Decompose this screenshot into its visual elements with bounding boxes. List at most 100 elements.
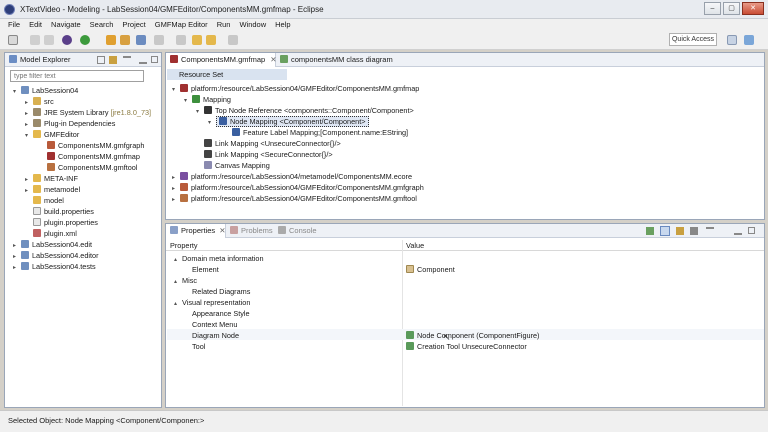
show-categories-icon[interactable] bbox=[646, 227, 654, 235]
forward-icon[interactable] bbox=[228, 35, 238, 45]
tree-item[interactable]: ▸ platform:/resource/LabSession04/metamod… bbox=[172, 171, 412, 182]
tree-item[interactable]: ▾ Mapping bbox=[184, 94, 231, 105]
property-value[interactable]: Node Component (ComponentFigure) bbox=[406, 330, 540, 341]
tree-item[interactable]: Link Mapping <UnsecureConnector{}/> bbox=[196, 138, 341, 149]
table-row[interactable]: ▴ Misc bbox=[174, 275, 197, 286]
tree-item[interactable]: ▸ src bbox=[25, 96, 54, 107]
filter-icon[interactable] bbox=[676, 227, 684, 235]
menu-edit[interactable]: Edit bbox=[29, 19, 42, 31]
tree-item[interactable]: build.properties bbox=[25, 206, 94, 217]
previous-edit-icon[interactable] bbox=[192, 35, 202, 45]
tree-item[interactable]: ▸ JRE System Library [jre1.8.0_73] bbox=[25, 107, 151, 118]
tab-problems[interactable]: Problems bbox=[230, 224, 273, 238]
library-icon bbox=[33, 119, 41, 127]
run-icon[interactable] bbox=[80, 35, 90, 45]
menu-navigate[interactable]: Navigate bbox=[51, 19, 81, 31]
link-editor-icon[interactable] bbox=[109, 56, 117, 64]
tree-item[interactable]: ▸ metamodel bbox=[25, 184, 80, 195]
tree-item[interactable]: ▸ LabSession04.tests bbox=[13, 261, 96, 272]
tree-item[interactable]: ▸ LabSession04.edit bbox=[13, 239, 92, 250]
view-menu-icon[interactable] bbox=[706, 227, 714, 235]
menu-help[interactable]: Help bbox=[275, 19, 290, 31]
tree-item[interactable]: ▸ platform:/resource/LabSession04/GMFEdit… bbox=[172, 182, 424, 193]
quick-access-field[interactable]: Quick Access bbox=[669, 33, 717, 46]
table-row[interactable]: Diagram Node bbox=[192, 330, 239, 341]
minimize-view-icon[interactable] bbox=[734, 227, 742, 235]
table-row[interactable]: Element bbox=[192, 264, 219, 275]
tab-componentsmm-gmfmap[interactable]: ComponentsMM.gmfmap ✕ bbox=[166, 53, 277, 67]
restore-default-icon[interactable] bbox=[690, 227, 698, 235]
canvas-mapping-icon bbox=[204, 161, 212, 169]
tree-item[interactable]: ▾ LabSession04 bbox=[13, 85, 78, 96]
gmfmap-icon bbox=[170, 55, 178, 63]
show-advanced-icon[interactable] bbox=[660, 226, 670, 236]
close-button[interactable]: ✕ bbox=[742, 2, 764, 15]
menu-run[interactable]: Run bbox=[217, 19, 231, 31]
tab-properties[interactable]: Properties ✕ bbox=[166, 224, 226, 238]
close-tab-icon[interactable]: ✕ bbox=[219, 226, 225, 235]
table-row[interactable]: ▴ Visual representation bbox=[174, 297, 250, 308]
annotation-icon[interactable] bbox=[154, 35, 164, 45]
gmfmap-icon bbox=[180, 84, 188, 92]
open-resource-icon[interactable] bbox=[120, 35, 130, 45]
tree-item[interactable]: ▾ GMFEditor bbox=[25, 129, 79, 140]
minimize-button[interactable]: – bbox=[704, 2, 721, 15]
view-menu-icon[interactable] bbox=[123, 56, 131, 64]
modeling-perspective-icon[interactable] bbox=[744, 35, 754, 45]
open-perspective-icon[interactable] bbox=[727, 35, 737, 45]
window-controls: – ▢ ✕ bbox=[704, 2, 764, 15]
table-row[interactable]: ▴ Domain meta information bbox=[174, 253, 264, 264]
tree-item[interactable]: ▾ platform:/resource/LabSession04/GMFEdit… bbox=[172, 83, 419, 94]
tab-console[interactable]: Console bbox=[278, 224, 317, 238]
tree-item[interactable]: ComponentsMM.gmftool bbox=[39, 162, 138, 173]
table-row[interactable]: Related Diagrams bbox=[192, 286, 250, 297]
debug-icon[interactable] bbox=[62, 35, 72, 45]
tree-item[interactable]: plugin.properties bbox=[25, 217, 98, 228]
tab-model-explorer[interactable]: Model Explorer bbox=[9, 53, 70, 67]
tree-item[interactable]: ▸ Plug-in Dependencies bbox=[25, 118, 115, 129]
tree-item[interactable]: Link Mapping <SecureConnector{}/> bbox=[196, 149, 333, 160]
maximize-view-icon[interactable] bbox=[748, 227, 755, 234]
back-icon[interactable] bbox=[206, 35, 216, 45]
close-tab-icon[interactable]: ✕ bbox=[270, 55, 276, 64]
tree-item[interactable]: ▾ Node Mapping <Component/Component> bbox=[208, 116, 369, 127]
property-value[interactable]: Creation Tool UnsecureConnector bbox=[406, 341, 527, 352]
save-all-icon[interactable] bbox=[44, 35, 54, 45]
search-icon[interactable] bbox=[136, 35, 146, 45]
maximize-view-icon[interactable] bbox=[151, 56, 158, 63]
menu-search[interactable]: Search bbox=[90, 19, 114, 31]
open-type-icon[interactable] bbox=[106, 35, 116, 45]
tree-item[interactable]: ComponentsMM.gmfgraph bbox=[39, 140, 144, 151]
table-row[interactable]: Tool bbox=[192, 341, 205, 352]
tree-item[interactable]: ▸ platform:/resource/LabSession04/GMFEdit… bbox=[172, 193, 417, 204]
table-row[interactable]: Appearance Style bbox=[192, 308, 250, 319]
tree-item[interactable]: plugin.xml bbox=[25, 228, 77, 239]
column-header-value[interactable]: Value bbox=[406, 240, 424, 251]
tree-item[interactable]: ▸ LabSession04.editor bbox=[13, 250, 99, 261]
folder-icon bbox=[33, 196, 41, 204]
next-annotation-icon[interactable] bbox=[176, 35, 186, 45]
tree-item[interactable]: model bbox=[25, 195, 64, 206]
maximize-button[interactable]: ▢ bbox=[723, 2, 740, 15]
menu-project[interactable]: Project bbox=[122, 19, 145, 31]
console-icon bbox=[278, 226, 286, 234]
tree-item[interactable]: ▸ META-INF bbox=[25, 173, 78, 184]
tree-item[interactable]: ComponentsMM.gmfmap bbox=[39, 151, 140, 162]
new-icon[interactable] bbox=[8, 35, 18, 45]
column-divider bbox=[402, 240, 403, 406]
editor-panel: ComponentsMM.gmfmap ✕ componentsMM class … bbox=[165, 52, 765, 220]
tree-item[interactable]: ▾ Top Node Reference <components::Compone… bbox=[196, 105, 414, 116]
save-icon[interactable] bbox=[30, 35, 40, 45]
tree-item[interactable]: Canvas Mapping bbox=[196, 160, 270, 171]
menu-file[interactable]: File bbox=[8, 19, 20, 31]
tree-item[interactable]: Feature Label Mapping;[Component.name:ES… bbox=[224, 127, 408, 138]
column-header-property[interactable]: Property bbox=[170, 240, 198, 251]
tab-class-diagram[interactable]: componentsMM class diagram bbox=[280, 53, 393, 67]
minimize-view-icon[interactable] bbox=[139, 56, 147, 64]
menu-gmfmap-editor[interactable]: GMFMap Editor bbox=[155, 19, 208, 31]
resource-set-node[interactable]: Resource Set bbox=[167, 69, 287, 80]
menu-window[interactable]: Window bbox=[239, 19, 266, 31]
filter-input[interactable] bbox=[10, 70, 144, 82]
collapse-all-icon[interactable] bbox=[97, 56, 105, 64]
property-value[interactable]: Component bbox=[406, 264, 455, 275]
